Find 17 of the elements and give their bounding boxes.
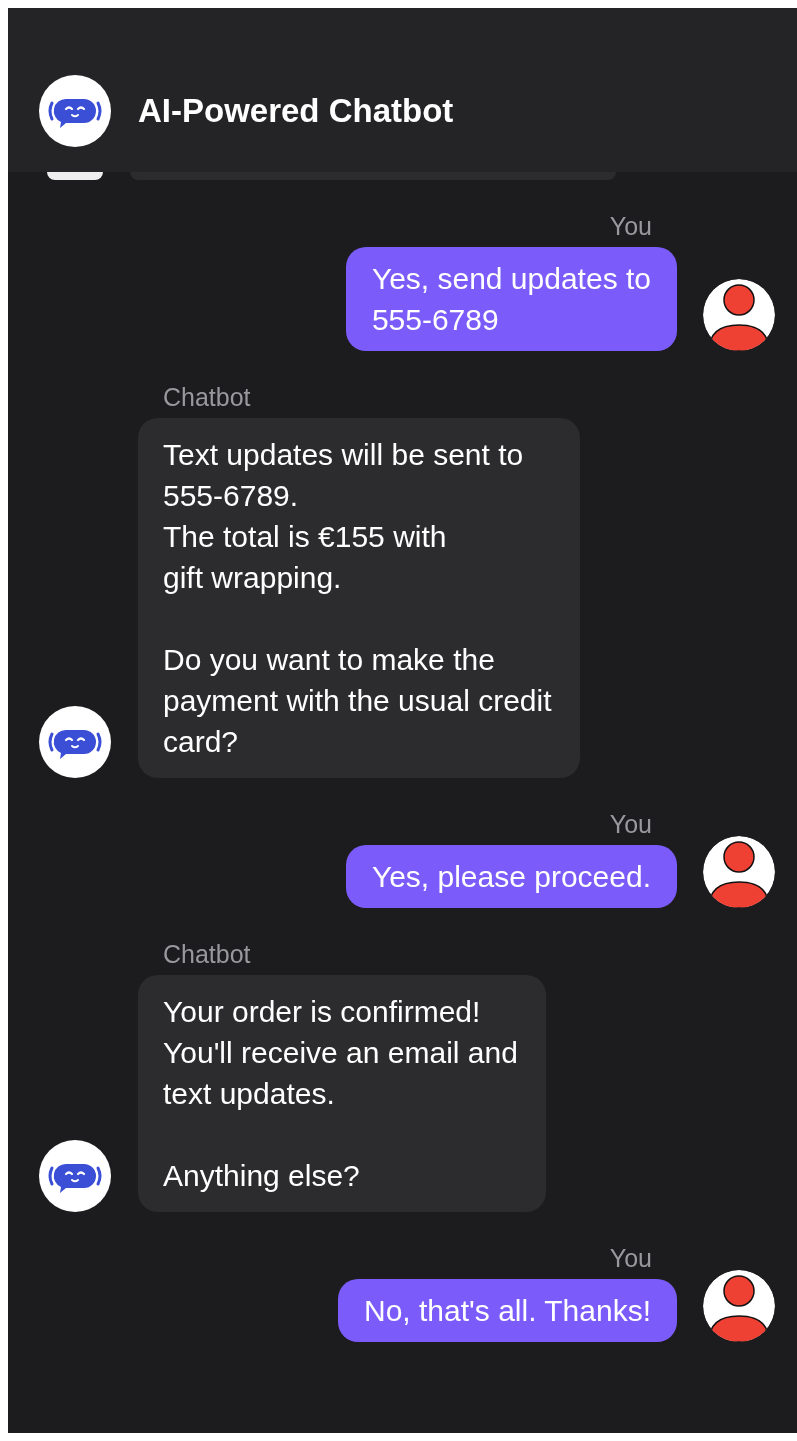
sender-name: Chatbot <box>162 382 252 412</box>
message-bubble: Text updates will be sent to 555-6789. The total is €155 with gift wrapping. Do you want to make the payment with the usual credit card? <box>138 418 580 778</box>
robot-avatar <box>39 706 111 778</box>
robot-avatar <box>39 1140 111 1212</box>
message-bubble: Yes, send updates to 555-6789 <box>345 247 677 351</box>
sender-name: You <box>608 1243 653 1273</box>
message-bubble: Your order is confirmed! You'll receive an email and text updates. Anything else? <box>138 975 546 1212</box>
message-bubble: Yes, please proceed. <box>345 845 677 908</box>
chat-title: AI-Powered Chatbot <box>138 91 454 131</box>
user-avatar <box>703 279 775 351</box>
sender-name: You <box>608 211 653 241</box>
message-bubble: No, that's all. Thanks! <box>338 1279 677 1342</box>
sender-name: You <box>608 809 653 839</box>
user-avatar <box>703 1270 775 1342</box>
user-avatar <box>703 836 775 908</box>
robot-avatar <box>39 75 111 147</box>
sender-name: Chatbot <box>162 939 252 969</box>
